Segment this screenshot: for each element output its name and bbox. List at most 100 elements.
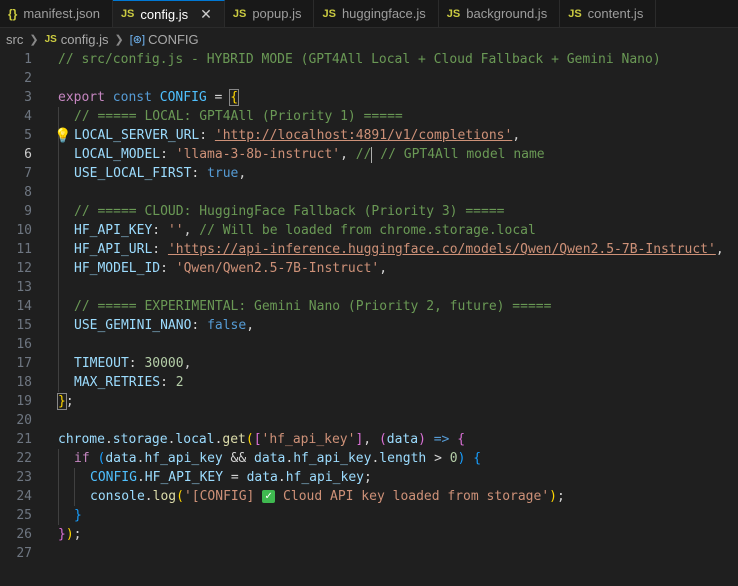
operator: =	[206, 90, 231, 105]
line-number: 10	[16, 223, 32, 238]
line-number: 3	[24, 90, 32, 105]
code-line: 8	[0, 183, 738, 202]
line-number: 24	[16, 489, 32, 504]
line-number: 26	[16, 527, 32, 542]
tab-label: popup.js	[252, 6, 302, 21]
tab-popup-js[interactable]: JS popup.js	[225, 0, 315, 27]
property: MAX_RETRIES	[74, 375, 161, 390]
property: hf_api_key	[144, 451, 223, 466]
js-file-icon: JS	[446, 7, 461, 20]
breadcrumb-symbol[interactable]: CONFIG	[148, 32, 199, 47]
line-number: 11	[16, 242, 32, 257]
line-number: 14	[16, 299, 32, 314]
property: USE_LOCAL_FIRST	[74, 166, 192, 181]
line-number: 1	[24, 52, 32, 67]
line-number: 6	[24, 147, 32, 162]
code-line: 12 HF_MODEL_ID: 'Qwen/Qwen2.5-7B-Instruc…	[0, 259, 738, 278]
comment: // ===== LOCAL: GPT4All (Priority 1) ===…	[74, 109, 403, 124]
line-number: 12	[16, 261, 32, 276]
breadcrumb-folder[interactable]: src	[6, 32, 23, 47]
tab-label: manifest.json	[23, 6, 100, 21]
code-line: 17 TIMEOUT: 30000,	[0, 354, 738, 373]
property: LOCAL_SERVER_URL	[74, 128, 200, 143]
property: HF_MODEL_ID	[74, 261, 161, 276]
number: 0	[449, 451, 458, 466]
code-line: 10 HF_API_KEY: '', // Will be loaded fro…	[0, 221, 738, 240]
line-number: 17	[16, 356, 32, 371]
identifier: console	[90, 489, 145, 504]
property: HF_API_KEY	[74, 223, 153, 238]
js-file-icon: JS	[568, 7, 582, 20]
chevron-right-icon: ❯	[29, 33, 39, 46]
js-file-icon: JS	[322, 7, 336, 20]
breadcrumb: src ❯ JS config.js ❯ [⊛] CONFIG	[0, 28, 738, 50]
code-line: 3 export const CONFIG = {	[0, 88, 738, 107]
comment: //	[355, 147, 372, 162]
parameter: data	[386, 432, 419, 447]
comment: // src/config.js - HYBRID MODE (GPT4All …	[58, 52, 661, 67]
tab-label: config.js	[140, 6, 189, 22]
property: USE_GEMINI_NANO	[74, 318, 192, 333]
tab-content-js[interactable]: JS content.js	[560, 0, 657, 27]
code-line: 15 USE_GEMINI_NANO: false,	[0, 316, 738, 335]
identifier: storage	[112, 432, 168, 447]
code-line: 14 // ===== EXPERIMENTAL: Gemini Nano (P…	[0, 297, 738, 316]
line-number: 8	[24, 185, 32, 200]
property: HF_API_URL	[74, 242, 153, 257]
string: ''	[167, 223, 184, 238]
arrow: =>	[433, 432, 450, 447]
lightbulb-icon[interactable]: 💡	[54, 127, 71, 146]
line-number: 22	[16, 451, 32, 466]
property: HF_API_KEY	[144, 470, 224, 485]
keyword: const	[112, 90, 152, 105]
tab-config-js[interactable]: JS config.js ✕	[112, 0, 225, 27]
keyword: export	[58, 90, 105, 105]
bracket: }	[57, 393, 67, 410]
identifier: CONFIG	[159, 90, 207, 105]
tab-manifest-json[interactable]: {} manifest.json	[0, 0, 113, 27]
tab-label: content.js	[587, 6, 644, 21]
line-number: 18	[16, 375, 32, 390]
string: 'hf_api_key'	[261, 432, 356, 447]
line-number: 21	[16, 432, 32, 447]
code-editor[interactable]: 1 // src/config.js - HYBRID MODE (GPT4Al…	[0, 50, 738, 563]
function-name: get	[222, 432, 246, 447]
breadcrumb-file[interactable]: config.js	[61, 32, 109, 47]
code-line: 5 💡 LOCAL_SERVER_URL: 'http://localhost:4…	[0, 126, 738, 145]
comment: // ===== CLOUD: HuggingFace Fallback (Pr…	[74, 204, 505, 219]
identifier: chrome	[58, 432, 105, 447]
tab-huggingface-js[interactable]: JS huggingface.js	[314, 0, 439, 27]
code-line: 21 chrome.storage.local.get(['hf_api_key…	[0, 430, 738, 449]
check-mark-icon: ✓	[262, 490, 276, 503]
code-line: 18 MAX_RETRIES: 2	[0, 373, 738, 392]
string: 'Qwen/Qwen2.5-7B-Instruct'	[175, 261, 380, 276]
bracket: {	[229, 89, 240, 106]
line-number: 19	[16, 394, 32, 409]
code-line: 4 // ===== LOCAL: GPT4All (Priority 1) =…	[0, 107, 738, 126]
js-file-icon: JS	[44, 33, 57, 45]
string-url[interactable]: 'http://localhost:4891/v1/completions'	[215, 128, 512, 143]
code-line: 19 };	[0, 392, 738, 411]
property: length	[379, 451, 427, 466]
line-number: 7	[24, 166, 32, 181]
identifier: data	[105, 451, 137, 466]
code-line: 24 console.log('[CONFIG] ✓ Cloud API key…	[0, 487, 738, 506]
line-number: 25	[16, 508, 32, 523]
function-name: log	[152, 489, 177, 504]
code-line: 25 }	[0, 506, 738, 525]
line-number: 2	[24, 71, 32, 86]
code-line: 22 if (data.hf_api_key && data.hf_api_ke…	[0, 449, 738, 468]
code-line: 20	[0, 411, 738, 430]
editor-tab-bar: {} manifest.json JS config.js ✕ JS popup…	[0, 0, 738, 28]
code-line: 1 // src/config.js - HYBRID MODE (GPT4Al…	[0, 50, 738, 69]
identifier: data	[254, 451, 286, 466]
line-number: 9	[24, 204, 32, 219]
string-url[interactable]: 'https://api-inference.huggingface.co/mo…	[168, 242, 716, 257]
tab-label: background.js	[466, 6, 548, 21]
line-number: 20	[16, 413, 32, 428]
comment: // ===== EXPERIMENTAL: Gemini Nano (Prio…	[74, 299, 552, 314]
chevron-right-icon: ❯	[114, 33, 124, 46]
boolean: true	[207, 166, 239, 181]
close-tab-icon[interactable]: ✕	[200, 6, 212, 23]
tab-background-js[interactable]: JS background.js	[439, 0, 561, 27]
